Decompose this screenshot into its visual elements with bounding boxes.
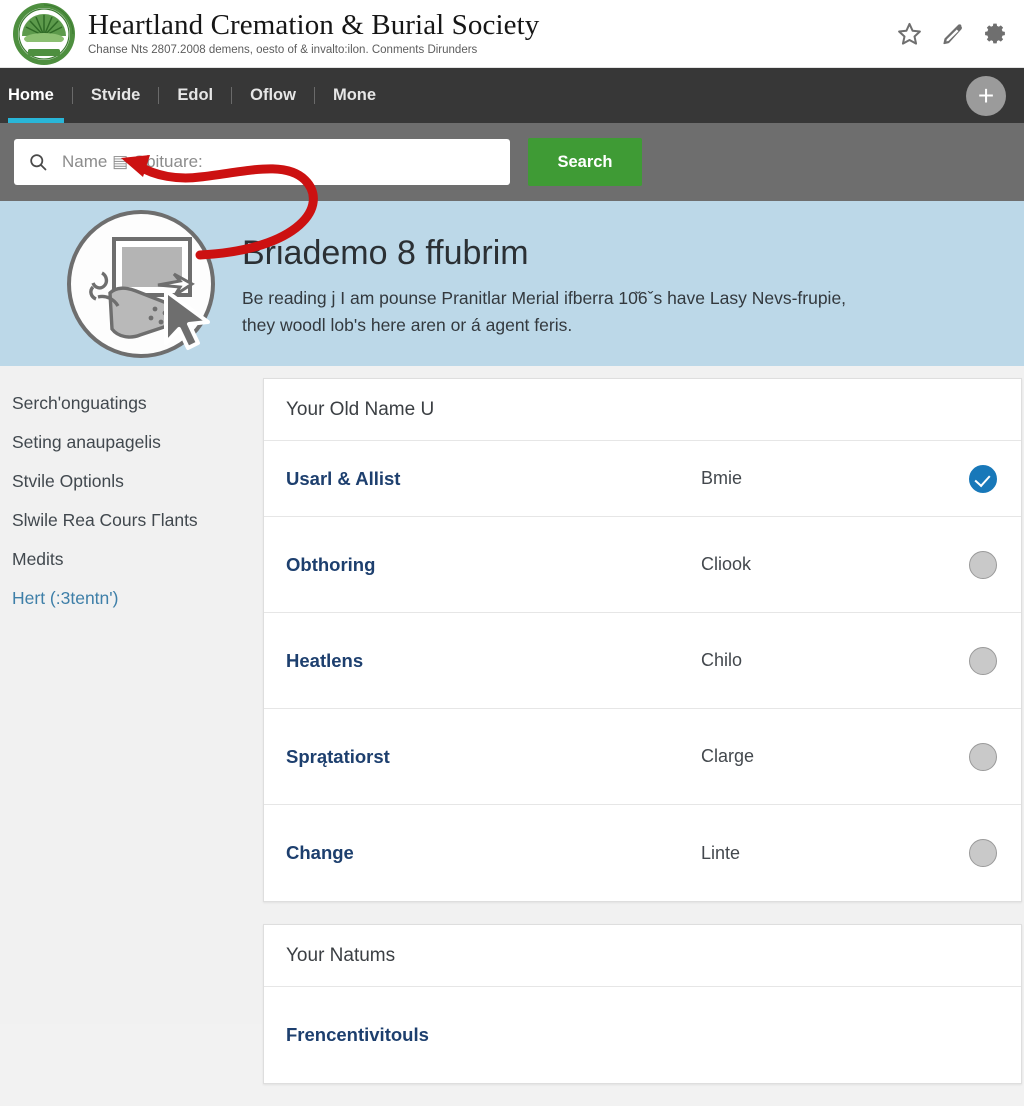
nav-item-label: Stvide [90, 86, 141, 104]
radio-icon[interactable] [969, 550, 997, 579]
selected-check-icon[interactable] [969, 464, 997, 493]
nav-item-label: Oflow [250, 86, 296, 104]
radio-icon[interactable] [969, 742, 997, 771]
search-strip: Search [0, 123, 1024, 201]
table-row[interactable]: Sprątatiorst Clarge [264, 709, 1021, 805]
card-heading: Your Old Name U [264, 379, 1021, 441]
row-label[interactable]: Sprątatiorst [286, 746, 701, 768]
sidebar-item-medits[interactable]: Medits [12, 540, 263, 579]
gear-icon[interactable] [983, 21, 1008, 46]
sidebar: Serchʹonguatings Seting anaupagelis Stvi… [0, 366, 263, 618]
hero-text: Briademo 8 ffubrim Be reading j I am pou… [242, 229, 1000, 339]
main-navigation: Home Stvide Edol Oflow Mone + [0, 68, 1024, 123]
table-row[interactable]: Usarl & Allist Bmie [264, 441, 1021, 517]
row-control [967, 839, 997, 867]
site-header: Heartland Cremation & Burial Society Cha… [0, 0, 1024, 68]
nav-item-stvide[interactable]: Stvide [73, 68, 159, 123]
nav-item-label: Home [8, 86, 54, 104]
brand-block: Heartland Cremation & Burial Society Cha… [88, 10, 881, 57]
nav-item-mone[interactable]: Mone [315, 68, 394, 123]
hero-body-line-2: they woodl lob's here aren or á agent f… [242, 314, 573, 335]
radio-icon[interactable] [969, 839, 997, 867]
main-column: Your Old Name U Usarl & Allist Bmie Obth… [263, 366, 1024, 1106]
card-your-old-name: Your Old Name U Usarl & Allist Bmie Obth… [263, 378, 1022, 902]
row-label[interactable]: Heatlens [286, 650, 701, 672]
row-control [967, 646, 997, 675]
row-value: Chilo [701, 650, 743, 670]
sidebar-item-serch-onguatings[interactable]: Serchʹonguatings [12, 384, 263, 423]
add-button[interactable]: + [966, 75, 1006, 116]
row-control [967, 464, 997, 493]
nav-item-label: Mone [332, 86, 377, 104]
row-label[interactable]: Usarl & Allist [286, 468, 701, 490]
row-value: Bmie [701, 468, 743, 488]
screen-with-cursor-illustration [62, 205, 220, 363]
sidebar-item-slwile-rea-cours-lants[interactable]: Slwile Rea Cours Γlants [12, 501, 263, 540]
row-value: Linte [701, 842, 741, 863]
site-title: Heartland Cremation & Burial Society [88, 9, 540, 41]
plus-icon: + [977, 79, 995, 111]
row-value: Clarge [701, 746, 755, 766]
table-row[interactable]: Frencentivitouls [264, 987, 1021, 1083]
magnifier-icon [28, 152, 48, 172]
hero-banner: Briademo 8 ffubrim Be reading j I am pou… [0, 201, 1024, 366]
nav-item-label: Edol [177, 86, 214, 104]
edit-pencil-icon[interactable] [940, 21, 965, 46]
nav-item-edol[interactable]: Edol [159, 68, 231, 123]
search-button[interactable]: Search [528, 138, 642, 186]
row-label[interactable]: Obthoring [286, 554, 701, 576]
radio-icon[interactable] [969, 646, 997, 675]
row-label[interactable]: Frencentivitouls [286, 1024, 701, 1046]
sidebar-item-stvile-optionls[interactable]: Stvile Optionls [12, 462, 263, 501]
table-row[interactable]: Change Linte [264, 805, 1021, 901]
heartland-seal-logo [12, 2, 76, 66]
nav-item-home[interactable]: Home [0, 68, 72, 123]
row-control [967, 742, 997, 771]
table-row[interactable]: Heatlens Chilo [264, 613, 1021, 709]
row-control [967, 550, 997, 579]
sidebar-item-hert-rtentn[interactable]: Hert (:3tentn') [12, 579, 263, 618]
card-your-natums: Your Natums Frencentivitouls [263, 924, 1022, 1084]
hero-title: Briademo 8 ffubrim [242, 233, 529, 272]
hero-body-line-1: Be reading j I am pounse Pranitlar Meria… [242, 287, 847, 308]
nav-item-oflow[interactable]: Oflow [232, 68, 314, 123]
nav-item-list: Home Stvide Edol Oflow Mone [0, 68, 966, 123]
site-subtitle: Chanse Nts 2807.2008 demens, oesto of & … [88, 44, 478, 56]
header-icon-group [897, 21, 1008, 46]
star-icon[interactable] [897, 21, 922, 46]
row-value: Cliook [701, 554, 752, 574]
table-row[interactable]: Obthoring Cliook [264, 517, 1021, 613]
row-label[interactable]: Change [286, 842, 701, 864]
page-root: Heartland Cremation & Burial Society Cha… [0, 0, 1024, 1084]
content-area: Serchʹonguatings Seting anaupagelis Stvi… [0, 366, 1024, 1084]
sidebar-item-seting-anaupagelis[interactable]: Seting anaupagelis [12, 423, 263, 462]
search-input[interactable] [60, 151, 496, 173]
search-box[interactable] [14, 139, 510, 185]
card-heading: Your Natums [264, 925, 1021, 987]
